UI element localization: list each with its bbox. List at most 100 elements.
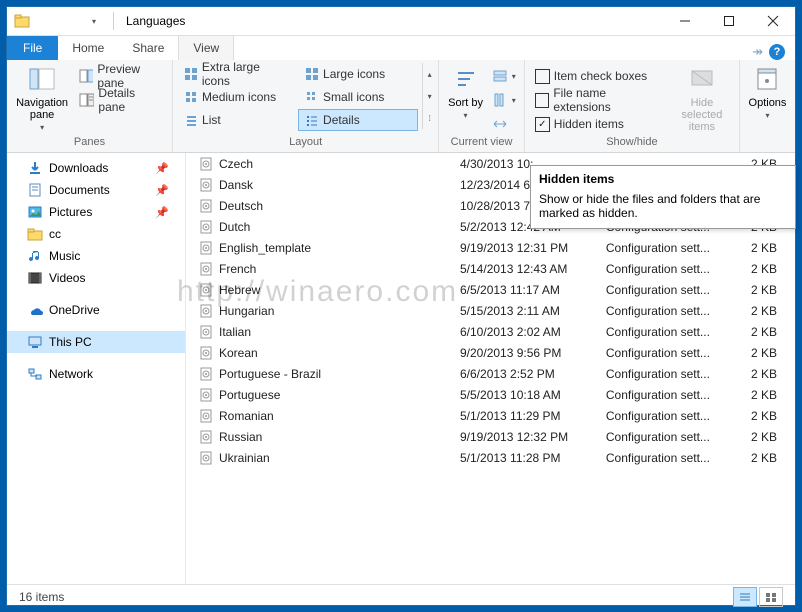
help-icon[interactable]: ? [769,44,785,60]
pin-icon: 📌 [155,162,169,175]
tab-home[interactable]: Home [58,36,118,60]
file-size: 2 KB [745,405,795,426]
music-icon [27,248,43,264]
qat-slot[interactable] [35,10,57,32]
table-row[interactable]: Hungarian5/15/2013 2:11 AMConfiguration … [186,300,795,321]
sort-by-button[interactable]: Sort by▾ [445,63,485,120]
sidebar-item[interactable]: Network [7,363,185,385]
layout-gallery[interactable]: Extra large icons Large icons Medium ico… [177,63,418,131]
layout-medium-icons[interactable]: Medium icons [177,86,297,108]
file-tab[interactable]: File [7,36,58,60]
navigation-sidebar[interactable]: Downloads 📌 Documents 📌 Pictures📌 cc MusicVide… [7,153,186,584]
item-count: 16 items [19,590,64,604]
table-row[interactable]: Portuguese5/5/2013 10:18 AMConfiguration… [186,384,795,405]
qat-slot[interactable] [59,10,81,32]
table-row[interactable]: Romanian5/1/2013 11:29 PMConfiguration s… [186,405,795,426]
file-name: Portuguese - Brazil [219,367,321,381]
grid-icon [305,67,319,81]
file-size: 2 KB [745,237,795,258]
settings-file-icon [198,450,214,466]
file-date: 5/1/2013 11:29 PM [454,405,600,426]
table-row[interactable]: Italian6/10/2013 2:02 AMConfiguration se… [186,321,795,342]
large-icons-view-button[interactable] [759,587,783,607]
layout-small-icons[interactable]: Small icons [298,86,418,108]
file-type: Configuration sett... [600,363,745,384]
checkbox-unchecked-icon [535,93,550,108]
file-type: Configuration sett... [600,321,745,342]
details-pane-button[interactable]: Details pane [75,89,166,111]
settings-file-icon [198,387,214,403]
pin-icon: 📌 [155,184,169,197]
item-check-boxes-toggle[interactable]: Item check boxes [531,65,667,87]
sidebar-item[interactable]: cc [7,223,185,245]
table-row[interactable]: Russian9/19/2013 12:32 PMConfiguration s… [186,426,795,447]
file-name: Korean [219,346,258,360]
table-row[interactable]: English_template9/19/2013 12:31 PMConfig… [186,237,795,258]
tooltip: Hidden items Show or hide the files and … [530,165,796,229]
sidebar-item[interactable]: Videos [7,267,185,289]
folder-icon [27,226,43,242]
sidebar-item[interactable]: Downloads 📌 [7,157,185,179]
size-columns-button[interactable] [490,113,518,135]
file-name: Dutch [219,220,250,234]
sidebar-item-label: Network [49,367,93,381]
sidebar-item-label: This PC [49,335,92,349]
sidebar-item[interactable]: This PC [7,331,185,353]
minimize-button[interactable] [663,7,707,35]
sidebar-item-label: Documents [49,183,110,197]
tab-view[interactable]: View [178,35,234,60]
sidebar-item-label: Pictures [49,205,92,219]
minimize-ribbon-icon[interactable]: ↠ [752,44,763,60]
pic-icon [27,204,43,220]
group-by-button[interactable]: ▾ [490,65,518,87]
qat-dropdown[interactable]: ▾ [83,10,105,32]
hidden-items-toggle[interactable]: ✓Hidden items [531,113,667,135]
sidebar-item-label: cc [49,227,61,241]
add-columns-button[interactable]: ▾ [490,89,518,111]
grid-icon [184,90,198,104]
sidebar-item[interactable]: OneDrive [7,299,185,321]
settings-file-icon [198,261,214,277]
layout-list[interactable]: List [177,109,297,131]
file-type: Configuration sett... [600,426,745,447]
preview-pane-button[interactable]: Preview pane [75,65,166,87]
tab-share[interactable]: Share [118,36,178,60]
table-row[interactable]: Ukrainian5/1/2013 11:28 PMConfiguration … [186,447,795,468]
sidebar-item[interactable]: Pictures📌 [7,201,185,223]
hide-selected-items-button: Hide selected items [671,63,733,133]
layout-gallery-scroll[interactable]: ▴▾⁞ [422,63,436,129]
file-date: 6/6/2013 2:52 PM [454,363,600,384]
file-type: Configuration sett... [600,300,745,321]
layout-extra-large-icons[interactable]: Extra large icons [177,63,297,85]
folder-app-icon [11,10,33,32]
sidebar-item[interactable]: Documents 📌 [7,179,185,201]
sidebar-item-label: OneDrive [49,303,100,317]
file-type: Configuration sett... [600,405,745,426]
doc-icon [27,182,43,198]
file-type: Configuration sett... [600,237,745,258]
table-row[interactable]: Korean 9/20/2013 9:56 PMConfiguration set… [186,342,795,363]
file-type: Configuration sett... [600,342,745,363]
table-row[interactable]: Hebrew6/5/2013 11:17 AMConfiguration set… [186,279,795,300]
options-button[interactable]: Options▾ [746,63,789,120]
file-type: Configuration sett... [600,279,745,300]
layout-large-icons[interactable]: Large icons [298,63,418,85]
file-size: 2 KB [745,342,795,363]
table-row[interactable]: French5/14/2013 12:43 AMConfiguration se… [186,258,795,279]
settings-file-icon [198,156,214,172]
file-date: 9/20/2013 9:56 PM [454,342,600,363]
details-view-button[interactable] [733,587,757,607]
sidebar-item-label: Downloads [49,161,108,175]
close-button[interactable] [751,7,795,35]
file-size: 2 KB [745,300,795,321]
table-row[interactable]: Portuguese - Brazil 6/6/2013 2:52 PMConfi… [186,363,795,384]
file-date: 9/19/2013 12:31 PM [454,237,600,258]
maximize-button[interactable] [707,7,751,35]
file-name-extensions-toggle[interactable]: File name extensions [531,89,667,111]
file-name: French [219,262,256,276]
sidebar-item[interactable]: Music [7,245,185,267]
settings-file-icon [198,345,214,361]
layout-details[interactable]: Details [298,109,418,131]
navigation-pane-button[interactable]: Navigation pane▾ [13,63,71,132]
file-date: 5/5/2013 10:18 AM [454,384,600,405]
